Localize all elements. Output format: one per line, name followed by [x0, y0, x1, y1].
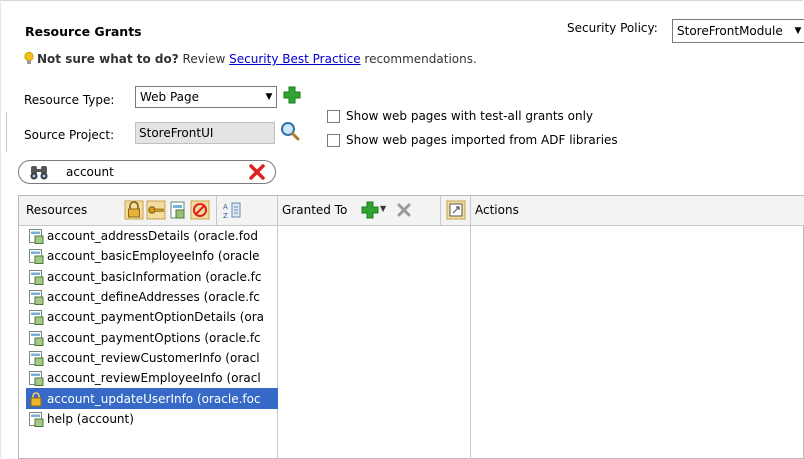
checkbox-box[interactable]: [327, 109, 340, 123]
add-resource-type-icon[interactable]: [282, 85, 302, 105]
key-filter-icon[interactable]: [146, 200, 166, 220]
row-label: account_reviewEmployeeInfo (oracl: [47, 371, 261, 386]
table-row[interactable]: help (account): [26, 409, 278, 429]
hint-bold: Not sure what to do?: [37, 52, 179, 66]
page-icon: [29, 249, 44, 265]
resource-type-label: Resource Type:: [24, 93, 115, 107]
column-divider: [470, 226, 471, 459]
hint-text: Not sure what to do? Review Security Bes…: [24, 52, 477, 66]
column-separator: [470, 196, 471, 226]
toolbar-separator: [216, 196, 217, 226]
page-icon: [29, 330, 44, 346]
page-icon: [29, 290, 44, 306]
checkbox-label: Show web pages imported from ADF librari…: [346, 133, 618, 147]
row-label: account_defineAddresses (oracle.fc: [47, 290, 260, 305]
column-header-actions[interactable]: Actions: [475, 203, 519, 217]
svg-text:Z: Z: [223, 212, 228, 220]
hint-post: recommendations.: [360, 52, 477, 66]
remove-grant-icon[interactable]: [394, 200, 414, 220]
column-header-resources[interactable]: Resources: [26, 203, 87, 217]
row-label: account_basicInformation (oracle.fc: [47, 269, 262, 284]
hint-pre: Review: [178, 52, 230, 66]
source-project-label: Source Project:: [24, 128, 115, 142]
row-label: account_paymentOptionDetails (ora: [47, 310, 265, 325]
page-icon: [29, 229, 44, 245]
lock-icon: [30, 391, 42, 407]
add-grant-icon[interactable]: [360, 200, 380, 220]
sort-icon[interactable]: A Z: [222, 200, 242, 220]
table-row[interactable]: account_paymentOptionDetails (ora: [26, 307, 278, 327]
column-separator: [277, 196, 278, 226]
page-icon: [29, 269, 44, 285]
search-icon[interactable]: [279, 120, 301, 142]
binoculars-icon: [30, 166, 48, 180]
resource-type-select[interactable]: Web Page ▼: [135, 86, 277, 108]
panel-divider: [6, 112, 7, 152]
page-icon: [29, 310, 44, 326]
column-header-granted-to[interactable]: Granted To: [282, 203, 347, 217]
lightbulb-icon: [24, 52, 34, 64]
row-label: account_updateUserInfo (oracle.foc: [47, 391, 261, 406]
table-row[interactable]: account_addressDetails (oracle.fod: [26, 226, 278, 246]
filter-text: account: [66, 165, 114, 179]
page-icon: [29, 411, 44, 427]
row-label: account_reviewCustomerInfo (oracl: [47, 350, 260, 365]
resource-type-value: Web Page: [140, 90, 200, 104]
chevron-down-icon: ▼: [265, 92, 273, 102]
lock-filter-icon[interactable]: [124, 200, 144, 220]
clear-filter-icon[interactable]: [247, 162, 267, 182]
resources-list: account_addressDetails (oracle.fod accoun…: [26, 226, 278, 459]
page-icon: [29, 371, 44, 387]
table-row[interactable]: account_updateUserInfo (oracle.foc: [26, 388, 278, 409]
toolbar-separator: [440, 196, 441, 226]
adf-libraries-checkbox[interactable]: Show web pages imported from ADF librari…: [327, 133, 618, 147]
svg-text:A: A: [223, 203, 228, 211]
source-project-field[interactable]: StoreFrontUI: [135, 122, 275, 144]
security-policy-select[interactable]: StoreFrontModule ▼: [672, 19, 804, 43]
row-label: account_basicEmployeeInfo (oracle: [47, 249, 260, 264]
checkbox-label: Show web pages with test-all grants only: [346, 109, 594, 123]
table-row[interactable]: account_reviewEmployeeInfo (oracl: [26, 368, 278, 388]
security-policy-label: Security Policy:: [567, 21, 658, 35]
table-row[interactable]: account_paymentOptions (oracle.fc: [26, 327, 278, 347]
edit-actions-icon[interactable]: [446, 200, 466, 220]
page-filter-icon[interactable]: [168, 200, 188, 220]
resource-filter-field[interactable]: account: [18, 160, 276, 184]
no-grants-filter-icon[interactable]: [190, 200, 210, 220]
page-icon: [29, 350, 44, 366]
row-label: account_addressDetails (oracle.fod: [47, 229, 258, 244]
table-row[interactable]: account_defineAddresses (oracle.fc: [26, 287, 278, 307]
chevron-down-icon: ▼: [794, 26, 802, 36]
security-best-practice-link[interactable]: Security Best Practice: [229, 52, 360, 66]
table-row[interactable]: account_basicInformation (oracle.fc: [26, 267, 278, 287]
security-policy-value: StoreFrontModule: [677, 24, 783, 38]
table-row[interactable]: account_reviewCustomerInfo (oracl: [26, 348, 278, 368]
section-title: Resource Grants: [25, 24, 142, 39]
table-row[interactable]: account_basicEmployeeInfo (oracle: [26, 246, 278, 266]
test-all-grants-checkbox[interactable]: Show web pages with test-all grants only: [327, 109, 593, 123]
chevron-down-icon[interactable]: ▼: [380, 204, 386, 213]
row-label: account_paymentOptions (oracle.fc: [47, 330, 261, 345]
checkbox-box[interactable]: [327, 133, 340, 147]
row-label: help (account): [47, 411, 134, 426]
